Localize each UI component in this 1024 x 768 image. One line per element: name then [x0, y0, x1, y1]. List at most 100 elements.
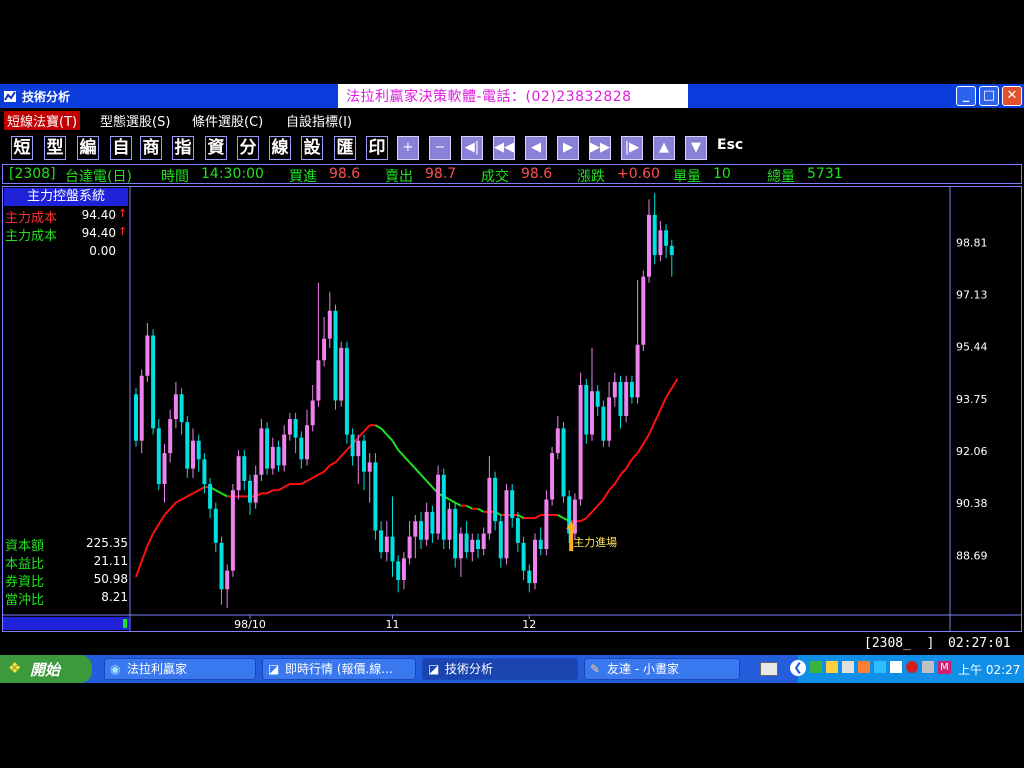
candle [344, 341, 349, 444]
cost-line-segment [380, 427, 388, 436]
candle [242, 450, 247, 491]
task-technical-analysis[interactable]: ◪ 技術分析 [422, 658, 578, 680]
candle [219, 536, 224, 605]
candle [641, 270, 646, 351]
cost-line-segment [477, 507, 485, 513]
cost-line-segment [625, 458, 633, 470]
start-button[interactable]: ❖ 開始 [0, 655, 92, 683]
cost-line-segment [636, 443, 645, 454]
candle [504, 484, 509, 565]
task-ferrari-winner[interactable]: ◉ 法拉利贏家 [104, 658, 256, 680]
candle [151, 329, 156, 435]
cost-line-segment [414, 467, 422, 476]
cost-line-segment [329, 461, 336, 467]
folder-icon[interactable] [826, 661, 838, 673]
candle-body [350, 434, 355, 457]
candle-body [527, 570, 532, 584]
tray-app-icon[interactable] [922, 661, 934, 673]
cost-line-segment [317, 470, 325, 476]
candle-body [584, 385, 589, 435]
candle [584, 378, 589, 444]
x-tick-label: 11 [386, 618, 400, 631]
tray-app-icon[interactable] [874, 661, 886, 673]
candle [191, 428, 195, 478]
candle-body [265, 428, 270, 469]
candle-body [647, 214, 651, 277]
candlestick-chart[interactable]: 98.81 97.13 95.44 93.75 92.06 90.38 88.69 98/1… [0, 0, 1024, 768]
cost-line-segment [642, 434, 650, 445]
candle-body [362, 440, 366, 472]
candle [384, 521, 389, 562]
system-tray: ❮ M 上午 02:27 [790, 655, 1024, 683]
tray-app-icon[interactable] [906, 661, 918, 673]
task-label: 友達 - 小畫家 [607, 662, 679, 676]
candle [179, 388, 184, 435]
candle-body [561, 428, 566, 497]
candle [259, 419, 264, 481]
candle [578, 372, 583, 506]
candle-body [607, 397, 612, 441]
network-icon[interactable] [810, 661, 822, 673]
candle [476, 533, 480, 559]
candle-body [401, 558, 406, 580]
candle [282, 425, 287, 472]
candle-body [601, 406, 606, 441]
cost-line-segment [454, 501, 462, 507]
candle [658, 221, 663, 262]
candle [430, 505, 435, 543]
candle [230, 484, 235, 577]
candle-body [618, 381, 623, 416]
candle [310, 385, 315, 432]
candle-body [242, 456, 247, 481]
task-realtime-quotes[interactable]: ◪ 即時行情 (報價.線... [262, 658, 416, 680]
tray-expand-icon[interactable]: ❮ [790, 660, 806, 676]
cost-line-segment [323, 464, 331, 473]
candle [510, 484, 515, 528]
cost-line-segment [357, 430, 365, 439]
scroll-thumb[interactable] [123, 619, 127, 628]
tray-app-icon[interactable] [890, 661, 902, 673]
cost-line-segment [175, 498, 183, 504]
candle-body [521, 542, 526, 571]
candle [145, 323, 150, 382]
candle [555, 415, 560, 460]
candle [248, 474, 252, 515]
candle [333, 304, 338, 410]
tray-app-icon[interactable] [858, 661, 870, 673]
candle [362, 434, 366, 491]
candle [407, 521, 412, 565]
candle [139, 369, 144, 454]
scroll-position-bar[interactable] [3, 617, 129, 630]
cost-line-segment [397, 449, 405, 457]
cost-line-segment [334, 455, 342, 464]
candle-body [139, 375, 144, 441]
cost-line-segment [283, 483, 291, 489]
cost-line-segment [386, 433, 394, 442]
task-paint[interactable]: ✎ 友達 - 小畫家 [584, 658, 740, 680]
keyboard-icon[interactable] [760, 662, 778, 676]
candle [270, 437, 275, 475]
candle-body [413, 521, 418, 537]
candle [225, 564, 230, 608]
candle [265, 422, 270, 475]
candle [458, 527, 463, 577]
candle [652, 193, 657, 265]
candle [367, 453, 372, 503]
candle [595, 385, 600, 416]
candle [561, 422, 566, 503]
y-tick-label: 88.69 [956, 550, 988, 563]
cost-line-segment [157, 514, 166, 525]
candle-body [339, 347, 344, 401]
cost-line-segment [169, 501, 177, 510]
candle [350, 428, 355, 466]
candle [470, 533, 475, 562]
candle [208, 477, 213, 519]
candle [618, 375, 623, 429]
code-input[interactable]: [2308_ ] [864, 636, 934, 651]
tray-m-icon[interactable]: M [938, 661, 951, 674]
candle-body [550, 453, 555, 500]
tray-app-icon[interactable] [842, 661, 854, 673]
cost-line-segment [420, 474, 428, 482]
candle [481, 527, 486, 556]
task-label: 即時行情 (報價.線... [285, 662, 393, 676]
